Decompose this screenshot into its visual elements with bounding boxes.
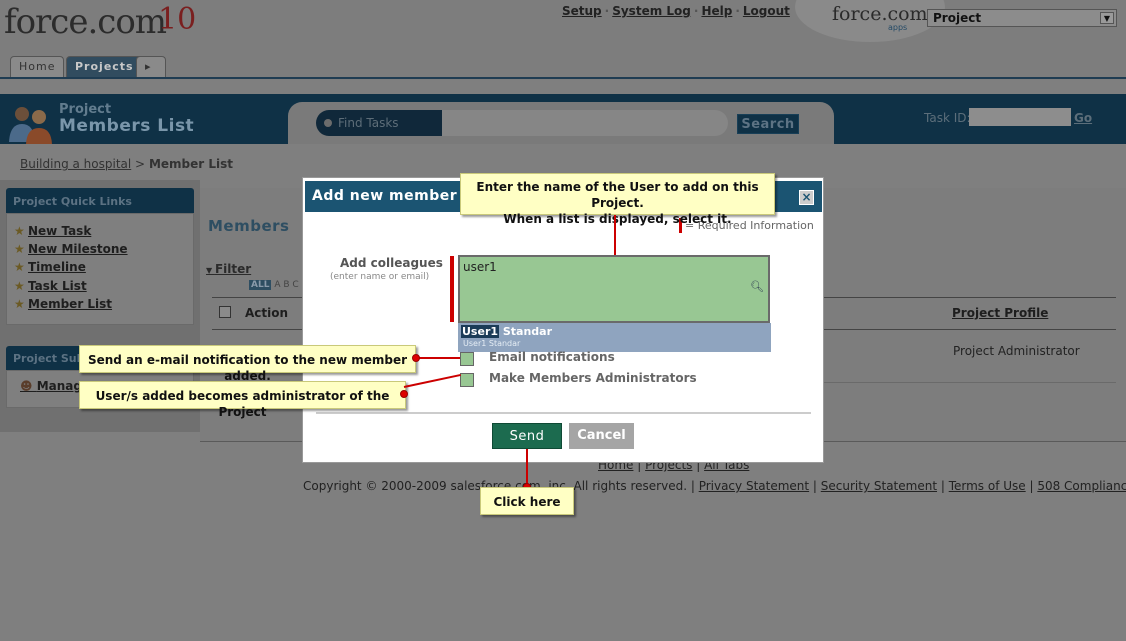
callout-email-dot [412,354,420,362]
search-icon: 🔍︎ [750,280,764,293]
quick-link-timeline[interactable]: ★ Timeline [14,260,86,274]
alpha-all[interactable]: ALL [249,280,272,290]
quick-link-task-list[interactable]: ★ Task List [14,279,87,293]
quick-links-header: Project Quick Links [6,188,194,213]
star-icon: ★ [14,279,25,293]
user-icon: ☻ [20,379,33,393]
callout-input-hint: Enter the name of the User to add on thi… [460,173,775,226]
tab-home[interactable]: Home [10,56,65,78]
email-notifications-label: Email notifications [489,350,615,364]
apps-logo: force.com apps [832,3,928,32]
close-icon[interactable]: × [799,190,814,205]
filter-toggle[interactable]: ▼ Filter [206,262,251,276]
breadcrumb-current: Member List [148,157,233,171]
star-icon: ★ [14,242,25,256]
star-icon: ★ [14,260,25,274]
alpha-filter: ALL A B C [249,280,299,290]
breadcrumb-parent-link[interactable]: Building a hospital [20,157,131,171]
callout-send-hint: Click here [480,487,574,515]
select-all-checkbox[interactable] [219,306,231,318]
star-icon: ★ [14,224,25,238]
compliance-link[interactable]: 508 Compliance [1037,479,1126,493]
colleagues-input[interactable]: user1 🔍︎ [458,255,770,323]
required-field-bar [450,256,454,322]
quick-link-new-milestone[interactable]: ★ New Milestone [14,242,128,256]
people-icon [9,107,52,144]
page-title: Members List [59,116,195,136]
system-log-link[interactable]: System Log [612,4,691,18]
tab-more[interactable]: ▸ [136,56,166,78]
search-button[interactable]: Search [737,114,799,134]
callout-send-connector [526,449,528,487]
callout-email-connector [416,357,460,359]
chevron-down-icon: ▼ [1100,12,1114,24]
copyright: Copyright © 2000-2009 salesforce.com, in… [303,479,1126,493]
tab-divider [0,77,1126,79]
app-selector[interactable]: Project ▼ [927,9,1117,27]
help-link[interactable]: Help [701,4,732,18]
add-colleagues-label: Add colleagues [340,256,443,270]
add-colleagues-hint: (enter name or email) [330,272,430,282]
find-tasks-label: Find Tasks [316,110,442,136]
setup-link[interactable]: Setup [562,4,602,18]
subscriber-manage-link[interactable]: ☻ Manag [20,379,82,393]
triangle-down-icon: ▼ [206,266,215,275]
make-admins-label: Make Members Administrators [489,371,697,385]
security-link[interactable]: Security Statement [821,479,937,493]
callout-input-connector [614,215,616,255]
suggestion-name[interactable]: User1 Standar [461,325,552,338]
radio-icon [324,119,332,127]
star-icon: ★ [14,297,25,311]
column-action: Action [245,306,289,320]
breadcrumb: Building a hospital > Member List [20,157,233,171]
logout-link[interactable]: Logout [743,4,790,18]
task-id-label: Task ID: [924,111,971,125]
top-links: Setup · System Log · Help · Logout [562,4,790,18]
members-heading: Members [208,217,290,235]
terms-link[interactable]: Terms of Use [949,479,1026,493]
make-admins-checkbox[interactable] [460,373,474,387]
banner-subtitle: Project [59,102,112,117]
force-logo: force.com [4,2,167,42]
email-notifications-checkbox[interactable] [460,352,474,366]
search-input[interactable] [442,110,728,136]
suggestion-subtext: User1 Standar [463,339,521,348]
cancel-button[interactable]: Cancel [569,423,634,449]
quick-link-new-task[interactable]: ★ New Task [14,224,91,238]
callout-email-hint: Send an e-mail notification to the new m… [79,345,416,383]
quick-link-member-list[interactable]: ★ Member List [14,297,112,311]
privacy-link[interactable]: Privacy Statement [699,479,809,493]
callout-admin-hint: User/s added becomes administrator of th… [79,381,406,419]
go-button[interactable]: Go [1074,111,1092,125]
send-button[interactable]: Send [492,423,562,449]
callout-admin-dot [400,390,408,398]
dialog-divider [316,412,811,414]
row-project-profile: Project Administrator [953,344,1080,358]
tab-projects[interactable]: Projects [66,56,143,78]
column-project-profile[interactable]: Project Profile [952,306,1048,320]
anniversary-badge: 10 [158,2,197,37]
task-id-input[interactable] [969,108,1071,126]
